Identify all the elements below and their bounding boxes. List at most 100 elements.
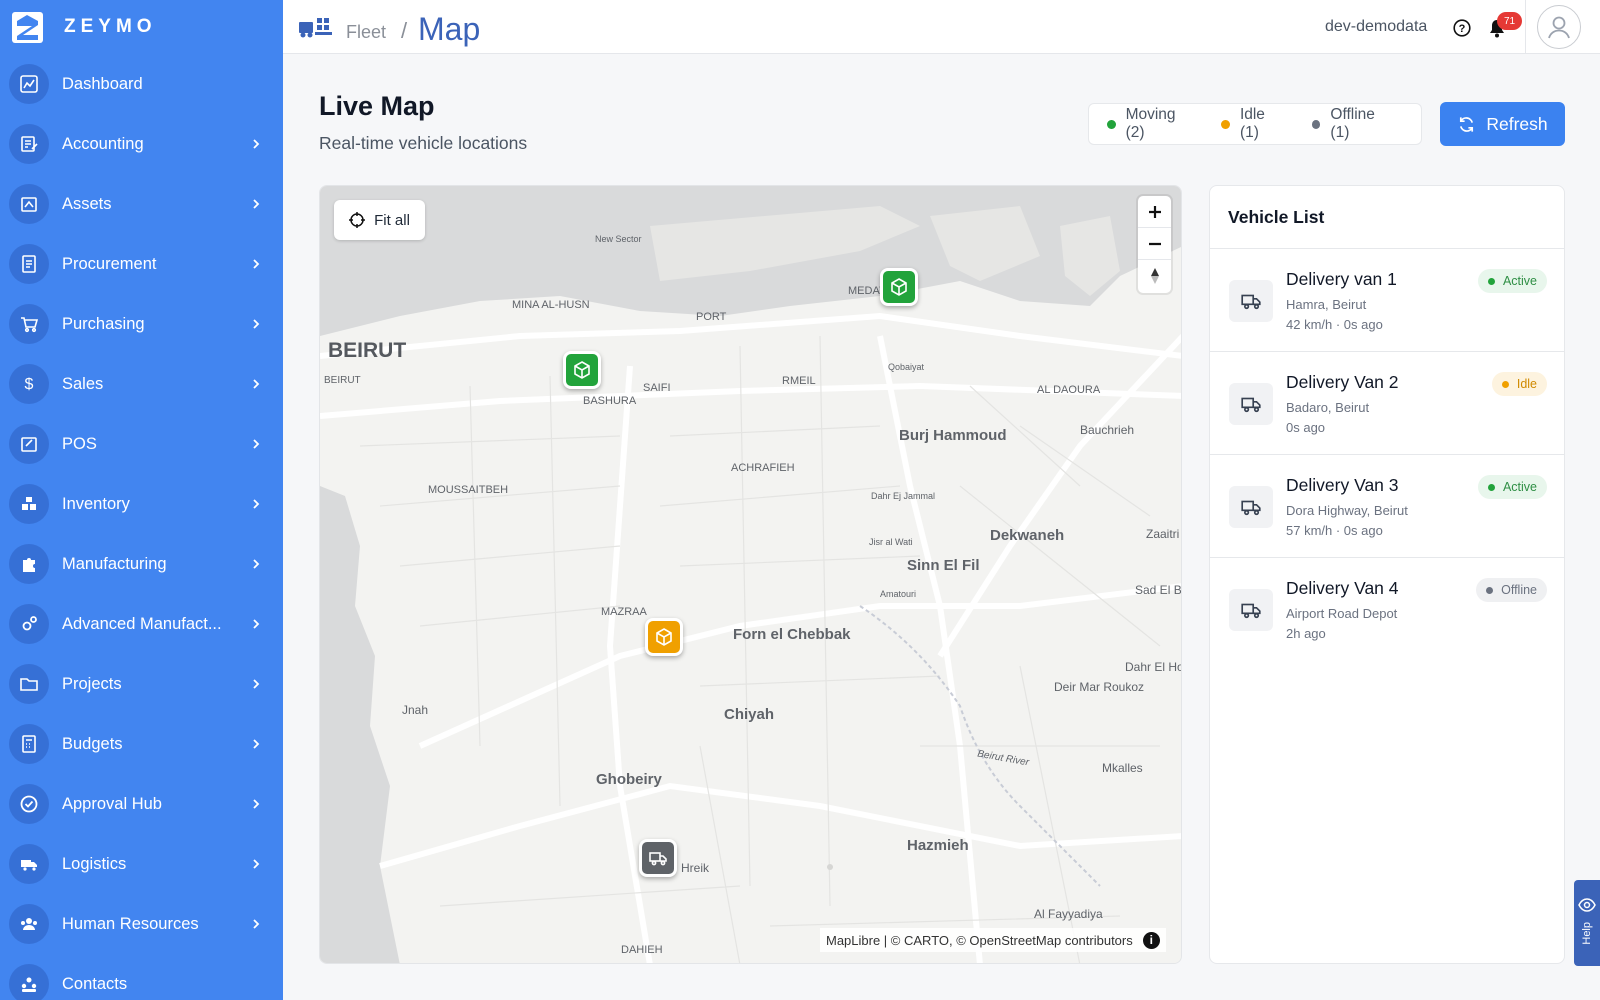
- compass-button[interactable]: [1138, 260, 1171, 292]
- page-subtitle: Real-time vehicle locations: [319, 133, 528, 153]
- sidebar-item-procurement[interactable]: Procurement: [0, 234, 283, 294]
- live-map[interactable]: New Sector MINA AL-HUSN PORT MEDAW... BE…: [319, 185, 1182, 964]
- sidebar-item-logistics[interactable]: Logistics: [0, 834, 283, 894]
- sidebar-item-budgets[interactable]: Budgets: [0, 714, 283, 774]
- chevron-right-icon: [253, 199, 260, 209]
- vehicle-marker-moving[interactable]: [563, 351, 601, 389]
- sidebar-item-label: Sales: [62, 374, 104, 393]
- status-label: Active: [1502, 274, 1537, 288]
- map-label: Hazmieh: [907, 837, 969, 854]
- sidebar-item-approval-hub[interactable]: Approval Hub: [0, 774, 283, 834]
- help-icon[interactable]: ?: [1453, 19, 1471, 37]
- vehicle-location: Dora Highway, Beirut: [1286, 503, 1408, 518]
- chevron-right-icon: [253, 259, 260, 269]
- eye-icon: [1578, 898, 1596, 912]
- vehicle-location: Airport Road Depot: [1286, 606, 1398, 621]
- sidebar-item-dashboard[interactable]: Dashboard: [0, 54, 283, 114]
- chevron-right-icon: [253, 319, 260, 329]
- vehicle-name: Delivery Van 3: [1286, 475, 1399, 495]
- refresh-button[interactable]: Refresh: [1440, 102, 1565, 146]
- sidebar-item-accounting[interactable]: Accounting: [0, 114, 283, 174]
- refresh-icon: [1460, 116, 1474, 132]
- people-icon: [9, 904, 49, 944]
- sidebar-item-label: Inventory: [62, 494, 130, 513]
- map-label: PORT: [696, 311, 727, 323]
- map-label: BEIRUT: [328, 339, 407, 362]
- top-bar: Fleet / Map dev-demodata ? 71: [283, 0, 1600, 54]
- vehicle-name: Delivery Van 2: [1286, 372, 1399, 392]
- sidebar-item-label: Purchasing: [62, 314, 145, 333]
- user-label[interactable]: dev-demodata: [1325, 18, 1427, 36]
- map-label: Burj Hammoud: [899, 427, 1007, 444]
- vehicle-name: Delivery van 1: [1286, 269, 1397, 289]
- vehicle-row[interactable]: Delivery van 1 Hamra, Beirut 42 km/h · 0…: [1210, 249, 1564, 352]
- vehicle-row[interactable]: Delivery Van 4 Airport Road Depot 2h ago…: [1210, 558, 1564, 661]
- legend-moving: Moving (2): [1107, 106, 1195, 142]
- status-legend: Moving (2) Idle (1) Offline (1): [1088, 103, 1422, 145]
- vehicle-marker-idle[interactable]: [645, 618, 683, 656]
- map-label: Mkalles: [1102, 761, 1143, 775]
- map-label: Jnah: [402, 703, 429, 717]
- moving-dot-icon: [1107, 119, 1116, 129]
- help-tab[interactable]: Help: [1574, 880, 1600, 966]
- status-dot-icon: [1501, 380, 1509, 388]
- sidebar-item-label: POS: [62, 434, 97, 453]
- svg-text:$: $: [25, 376, 34, 393]
- status-dot-icon: [1487, 483, 1495, 491]
- status-badge: Offline: [1476, 578, 1547, 602]
- chevron-right-icon: [253, 439, 260, 449]
- zoom-out-button[interactable]: [1138, 228, 1171, 260]
- sidebar-item-label: Projects: [62, 674, 122, 693]
- vehicle-row[interactable]: Delivery Van 2 Badaro, Beirut 0s ago Idl…: [1210, 352, 1564, 455]
- vehicle-marker-moving[interactable]: [880, 268, 918, 306]
- vehicle-row[interactable]: Delivery Van 3 Dora Highway, Beirut 57 k…: [1210, 455, 1564, 558]
- info-icon[interactable]: i: [1142, 931, 1160, 949]
- map-label: Zaaitri: [1146, 527, 1180, 541]
- truck-icon: [1229, 383, 1273, 425]
- sidebar-item-human-resources[interactable]: Human Resources: [0, 894, 283, 954]
- chart-icon: [9, 64, 49, 104]
- fit-all-button[interactable]: Fit all: [334, 200, 425, 240]
- package-icon: [656, 628, 672, 646]
- package-icon: [574, 361, 590, 379]
- map-label: Sinn El Fil: [907, 557, 980, 574]
- sidebar-item-assets[interactable]: Assets: [0, 174, 283, 234]
- truck-icon: [1229, 589, 1273, 631]
- map-label: BASHURA: [583, 395, 637, 407]
- offline-dot-icon: [1311, 119, 1321, 129]
- vehicle-meta: 0s ago: [1286, 420, 1326, 435]
- sidebar-item-label: Procurement: [62, 254, 157, 273]
- sidebar-item-inventory[interactable]: Inventory: [0, 474, 283, 534]
- cart-icon: [9, 304, 49, 344]
- vehicle-meta: 57 km/h · 0s ago: [1286, 523, 1383, 538]
- zeymo-logo-icon: [12, 11, 43, 43]
- idle-dot-icon: [1221, 119, 1230, 129]
- vehicle-marker-offline[interactable]: [639, 839, 677, 877]
- map-label: Forn el Chebbak: [733, 626, 851, 643]
- chevron-right-icon: [253, 139, 260, 149]
- brand[interactable]: ZEYMO: [0, 0, 283, 54]
- sidebar-item-sales[interactable]: $ Sales: [0, 354, 283, 414]
- legend-offline: Offline (1): [1311, 106, 1395, 142]
- attribution-text: MapLibre | © CARTO, © OpenStreetMap cont…: [826, 932, 1133, 948]
- vehicle-list-title: Vehicle List: [1210, 186, 1564, 249]
- page-breadcrumb-current: Map: [418, 11, 481, 47]
- map-label: New Sector: [595, 234, 642, 244]
- sidebar-nav: Dashboard Accounting Assets Procurement …: [0, 54, 283, 1000]
- sidebar-item-purchasing[interactable]: Purchasing: [0, 294, 283, 354]
- sidebar-item-pos[interactable]: POS: [0, 414, 283, 474]
- refresh-label: Refresh: [1486, 113, 1548, 134]
- status-dot-icon: [1486, 586, 1494, 594]
- sidebar-item-contacts[interactable]: Contacts: [0, 954, 283, 1000]
- sidebar-item-label: Assets: [62, 194, 112, 213]
- divider: [1525, 0, 1526, 54]
- sidebar-item-manufacturing[interactable]: Manufacturing: [0, 534, 283, 594]
- breadcrumb-fleet[interactable]: Fleet: [346, 22, 386, 43]
- chevron-right-icon: [253, 559, 260, 569]
- sidebar-item-projects[interactable]: Projects: [0, 654, 283, 714]
- map-label: BEIRUT: [324, 375, 361, 386]
- zoom-in-button[interactable]: [1138, 196, 1171, 228]
- avatar[interactable]: [1537, 5, 1581, 49]
- help-tab-label: Help: [1581, 922, 1593, 945]
- sidebar-item-advanced-manufacturing[interactable]: Advanced Manufact...: [0, 594, 283, 654]
